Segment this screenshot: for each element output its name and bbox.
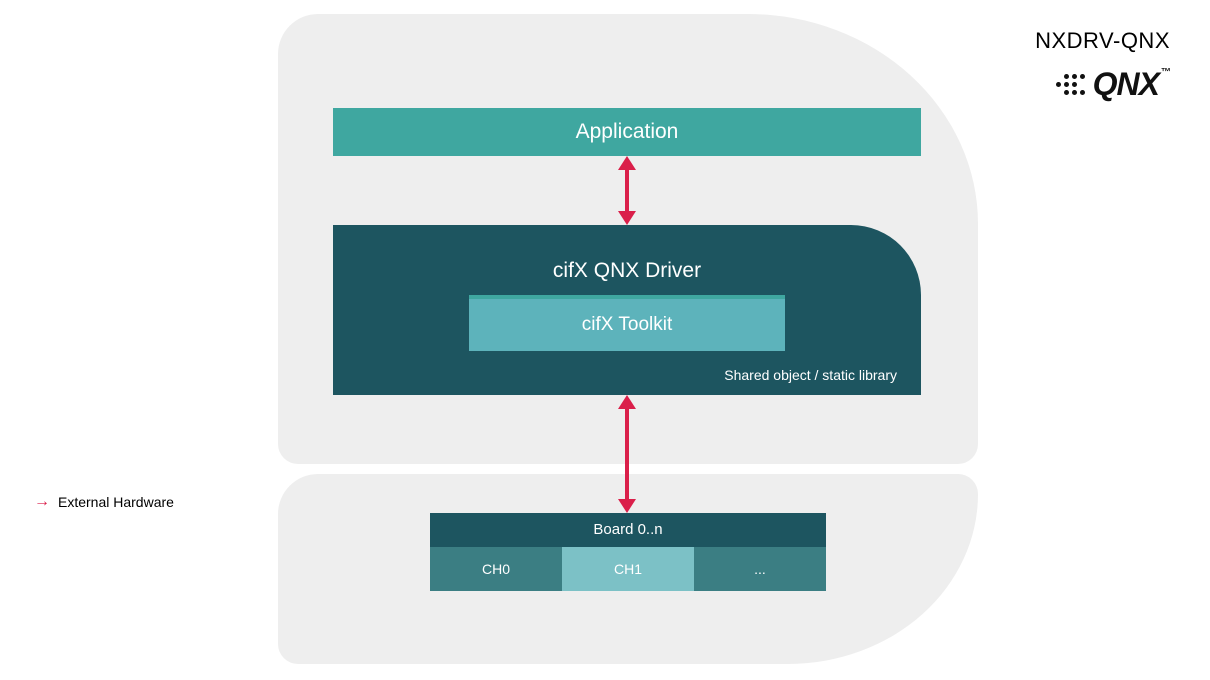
arrow-right-icon: → <box>34 494 50 510</box>
toolkit-label: cifX Toolkit <box>469 299 785 351</box>
external-hardware-text: External Hardware <box>58 494 174 510</box>
board-header: Board 0..n <box>430 513 826 547</box>
diagram-stage: NXDRV-QNX QNX™ Application cifX QNX Driv… <box>0 0 1210 680</box>
arrow-driver-to-board-icon <box>625 407 629 501</box>
external-hardware-label: → External Hardware <box>34 494 174 510</box>
qnx-logo: QNX™ <box>1056 68 1170 100</box>
qnx-wordmark: QNX™ <box>1093 68 1170 100</box>
page-title: NXDRV-QNX <box>1035 28 1170 54</box>
arrow-app-to-driver-icon <box>625 168 629 213</box>
driver-block: cifX QNX Driver cifX Toolkit Shared obje… <box>333 225 921 395</box>
toolkit-block: cifX Toolkit <box>469 295 785 351</box>
application-label: Application <box>576 120 679 144</box>
application-block: Application <box>333 108 921 156</box>
board-channels-row: CH0 CH1 ... <box>430 547 826 591</box>
board-channel-more: ... <box>694 547 826 591</box>
board-block: Board 0..n CH0 CH1 ... <box>430 513 826 591</box>
blackberry-dots-icon <box>1056 74 1085 95</box>
board-channel-1: CH1 <box>562 547 694 591</box>
driver-footer: Shared object / static library <box>724 367 897 383</box>
driver-title: cifX QNX Driver <box>333 259 921 283</box>
board-channel-0: CH0 <box>430 547 562 591</box>
